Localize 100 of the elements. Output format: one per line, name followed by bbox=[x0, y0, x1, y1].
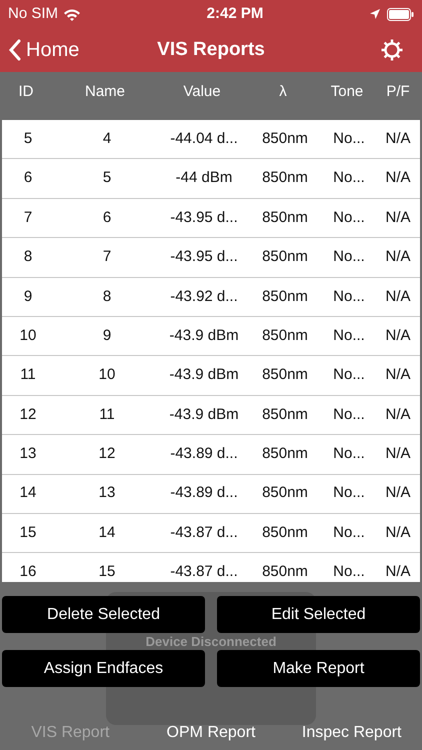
battery-icon bbox=[387, 8, 414, 20]
table-cell-text: 14 bbox=[20, 483, 36, 504]
table-cell-text: 7 bbox=[24, 208, 32, 228]
table-cell-text: 9 bbox=[102, 326, 112, 346]
table-cell-text: 850nm bbox=[262, 247, 308, 268]
table-cell-text: 850nm bbox=[262, 483, 308, 504]
table-cell-text: 850nm bbox=[262, 522, 308, 543]
table-row[interactable]: 11 10 -43.9 dBm 850nm No... N/A bbox=[2, 356, 420, 396]
table-cell-text: 5 bbox=[102, 168, 112, 188]
table-cell-text: -43.89 d... bbox=[170, 483, 238, 504]
table-cell-text: No... bbox=[333, 286, 365, 306]
table-cell-text: -43.95 d... bbox=[170, 247, 238, 268]
table-cell-text: -43.89 d... bbox=[170, 444, 238, 464]
table-cell-text: N/A bbox=[385, 365, 410, 386]
table-cell-text: 13 bbox=[98, 483, 116, 504]
table-cell-text: -43.87 d... bbox=[170, 522, 238, 543]
table-cell-text: -43.87 d... bbox=[170, 562, 238, 582]
table-cell-text: No... bbox=[333, 208, 365, 228]
table-cell-text: 11 bbox=[99, 404, 115, 425]
table-cell-text: 850nm bbox=[262, 208, 308, 228]
table-cell-text: No... bbox=[333, 444, 365, 464]
table-cell-text: 15 bbox=[98, 562, 116, 582]
table-cell-text: 4 bbox=[102, 128, 112, 149]
location-arrow-icon bbox=[369, 8, 381, 20]
table-cell-text: N/A bbox=[385, 404, 410, 425]
table-cell-text: 11 bbox=[20, 365, 36, 386]
clock: 2:42 PM bbox=[206, 4, 264, 24]
table-cell-text: 850nm bbox=[262, 168, 308, 188]
settings-button[interactable] bbox=[380, 38, 404, 62]
table-cell-text: 13 bbox=[20, 444, 36, 464]
table-cell-text: No... bbox=[333, 483, 365, 504]
table-cell-text: 10 bbox=[20, 326, 36, 346]
column-header: ID bbox=[18, 82, 34, 102]
table-cell-text: 7 bbox=[102, 247, 112, 268]
table-cell-text: N/A bbox=[385, 208, 410, 228]
table-cell-text: No... bbox=[333, 522, 365, 543]
action-button[interactable]: Edit Selected bbox=[217, 596, 420, 633]
table-row[interactable]: 6 5 -44 dBm 850nm No... N/A bbox=[2, 159, 420, 199]
table-cell-text: 12 bbox=[98, 444, 116, 464]
column-header: P/F bbox=[386, 82, 410, 102]
table-cell-text: No... bbox=[333, 404, 365, 425]
table-cell-text: 14 bbox=[98, 522, 116, 543]
table-row[interactable]: 12 11 -43.9 dBm 850nm No... N/A bbox=[2, 396, 420, 436]
table-cell-text: N/A bbox=[385, 286, 410, 306]
tab[interactable]: OPM Report bbox=[140, 721, 282, 745]
carrier: No SIM bbox=[8, 4, 58, 24]
table-cell-text: -43.9 dBm bbox=[169, 365, 239, 386]
column-header: λ bbox=[279, 82, 287, 102]
back-button[interactable]: Home bbox=[8, 35, 80, 65]
table-cell-text: 16 bbox=[20, 562, 36, 582]
table-cell-text: 9 bbox=[24, 286, 32, 306]
table-row[interactable]: 7 6 -43.95 d... 850nm No... N/A bbox=[2, 198, 420, 238]
table-cell-text: N/A bbox=[385, 522, 410, 543]
action-button[interactable]: Assign Endfaces bbox=[2, 650, 205, 687]
table-cell-text: 5 bbox=[24, 128, 32, 149]
table-cell-text: N/A bbox=[385, 128, 410, 149]
table-cell-text: No... bbox=[333, 562, 365, 582]
table-cell-text: 850nm bbox=[262, 286, 308, 306]
table-cell-text: 8 bbox=[102, 286, 112, 306]
settings-icon bbox=[380, 38, 404, 62]
table-cell-text: 850nm bbox=[262, 128, 308, 149]
table-cell-text: N/A bbox=[385, 326, 410, 346]
table-cell-text: 15 bbox=[20, 522, 36, 543]
table-row[interactable]: 14 13 -43.89 d... 850nm No... N/A bbox=[2, 474, 420, 514]
table-cell-text: -44 dBm bbox=[176, 168, 232, 188]
tab[interactable]: Inspec Report bbox=[281, 721, 422, 745]
table-cell-text: 850nm bbox=[262, 444, 308, 464]
table-cell-text: N/A bbox=[385, 168, 410, 188]
column-header: Tone bbox=[330, 82, 364, 102]
table-cell-text: N/A bbox=[385, 247, 410, 268]
table-row[interactable]: 8 7 -43.95 d... 850nm No... N/A bbox=[2, 238, 420, 278]
table-cell-text: 850nm bbox=[262, 562, 308, 582]
table-cell-text: No... bbox=[333, 326, 365, 346]
table-cell-text: N/A bbox=[385, 444, 410, 464]
table-cell-text: -43.9 dBm bbox=[169, 326, 239, 346]
action-button[interactable]: Make Report bbox=[217, 650, 420, 687]
table-cell-text: No... bbox=[333, 168, 365, 188]
table-cell-text: N/A bbox=[385, 483, 410, 504]
table-cell-text: No... bbox=[333, 128, 365, 149]
action-button[interactable]: Delete Selected bbox=[2, 596, 205, 633]
table-row[interactable]: 5 4 -44.04 d... 850nm No... N/A bbox=[2, 120, 420, 160]
column-header: Value bbox=[183, 82, 221, 102]
table-row[interactable]: 9 8 -43.92 d... 850nm No... N/A bbox=[2, 278, 420, 317]
table-cell-text: -43.95 d... bbox=[170, 208, 238, 228]
column-header: Name bbox=[84, 82, 125, 102]
table-cell-text: 6 bbox=[24, 168, 32, 188]
table-cell-text: 8 bbox=[24, 247, 32, 268]
table-cell-text: -43.92 d... bbox=[170, 286, 238, 306]
table-cell-text: N/A bbox=[385, 562, 410, 582]
table-cell-text: 850nm bbox=[262, 404, 308, 425]
table-cell-text: -43.9 dBm bbox=[169, 404, 239, 425]
wifi-icon bbox=[63, 8, 82, 20]
table-cell-text: 850nm bbox=[262, 365, 308, 386]
table-row[interactable]: 15 14 -43.87 d... 850nm No... N/A bbox=[2, 514, 420, 554]
page-title: VIS Reports bbox=[157, 38, 265, 62]
table-cell-text: -44.04 d... bbox=[170, 128, 238, 149]
table-row[interactable]: 10 9 -43.9 dBm 850nm No... N/A bbox=[2, 316, 420, 356]
table-cell-text: 12 bbox=[20, 404, 36, 425]
chevron-left-icon bbox=[8, 39, 22, 61]
table-row[interactable]: 13 12 -43.89 d... 850nm No... N/A bbox=[2, 435, 420, 475]
